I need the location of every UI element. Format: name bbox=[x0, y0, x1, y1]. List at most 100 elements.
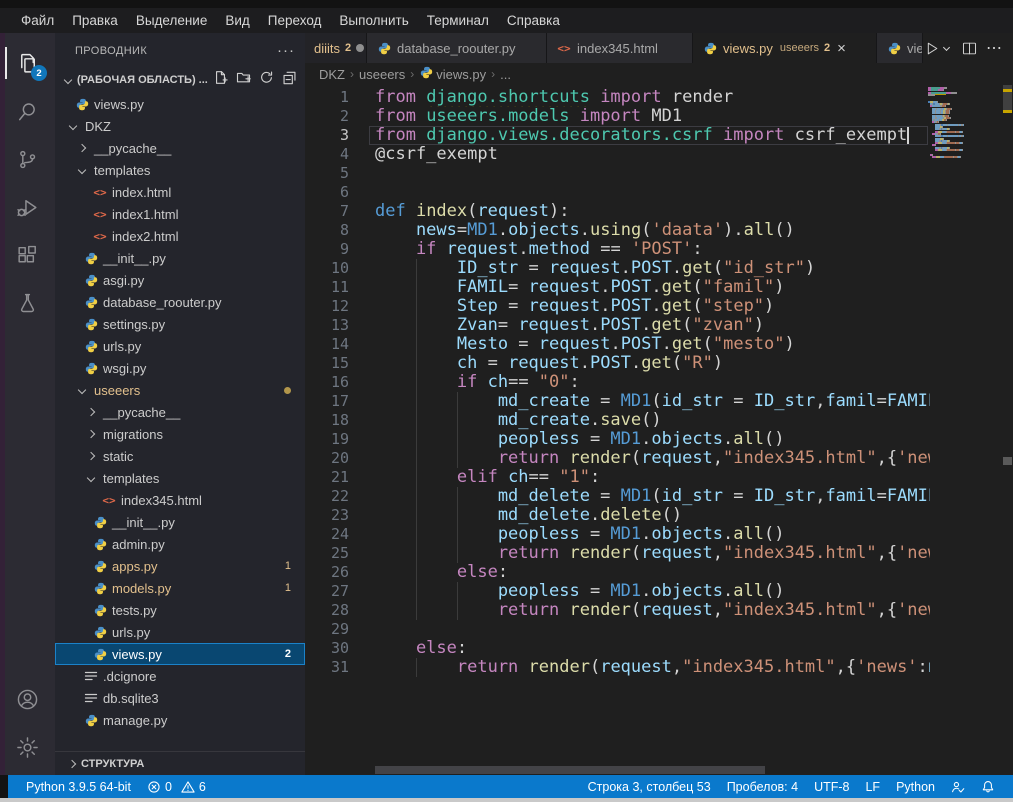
tab-vie[interactable]: vie bbox=[877, 33, 923, 63]
code-line-10[interactable]: 10ID_str = request.POST.get("id_str") bbox=[305, 259, 930, 278]
problems-indicator[interactable]: 06 bbox=[139, 780, 214, 794]
tree-file-models.py[interactable]: models.py1 bbox=[55, 577, 305, 599]
tree-folder-__pycache__[interactable]: __pycache__ bbox=[55, 401, 305, 423]
menu-item-Выполнить[interactable]: Выполнить bbox=[330, 13, 417, 28]
search-icon[interactable] bbox=[0, 87, 55, 135]
tree-file-index2.html[interactable]: <>index2.html bbox=[55, 225, 305, 247]
tree-file-manage.py[interactable]: manage.py bbox=[55, 709, 305, 731]
tree-folder-migrations[interactable]: migrations bbox=[55, 423, 305, 445]
python-interpreter[interactable]: Python 3.9.5 64-bit bbox=[18, 780, 139, 794]
code-line-4[interactable]: 4@csrf_exempt bbox=[305, 145, 930, 164]
tree-file-settings.py[interactable]: settings.py bbox=[55, 313, 305, 335]
explorer-icon[interactable]: 2 bbox=[0, 39, 55, 87]
tree-file-admin.py[interactable]: admin.py bbox=[55, 533, 305, 555]
tree-folder-useeers[interactable]: useeers bbox=[55, 379, 305, 401]
tree-file-__init__.py[interactable]: __init__.py bbox=[55, 511, 305, 533]
tree-file-__init__.py[interactable]: __init__.py bbox=[55, 247, 305, 269]
tree-folder-DKZ[interactable]: DKZ bbox=[55, 115, 305, 137]
extensions-icon[interactable] bbox=[0, 231, 55, 279]
code-line-22[interactable]: 22md_delete = MD1(id_str = ID_str,famil=… bbox=[305, 487, 930, 506]
code-line-12[interactable]: 12Step = request.POST.get("step") bbox=[305, 297, 930, 316]
close-icon[interactable]: × bbox=[837, 40, 846, 57]
code-line-16[interactable]: 16if ch== "0": bbox=[305, 373, 930, 392]
status-language-mode[interactable]: Python bbox=[888, 780, 943, 794]
tree-folder-templates[interactable]: templates bbox=[55, 467, 305, 489]
code-line-27[interactable]: 27peopless = MD1.objects.all() bbox=[305, 582, 930, 601]
testing-icon[interactable] bbox=[0, 279, 55, 327]
run-icon[interactable] bbox=[923, 40, 940, 57]
code-line-28[interactable]: 28return render(request,"index345.html",… bbox=[305, 601, 930, 620]
code-line-29[interactable]: 29 bbox=[305, 620, 930, 639]
breadcrumb-item-DKZ[interactable]: DKZ bbox=[319, 67, 345, 82]
tree-file-index.html[interactable]: <>index.html bbox=[55, 181, 305, 203]
run-dropdown-icon[interactable] bbox=[943, 43, 950, 50]
code-line-5[interactable]: 5 bbox=[305, 164, 930, 183]
code-line-26[interactable]: 26else: bbox=[305, 563, 930, 582]
run-debug-icon[interactable] bbox=[0, 183, 55, 231]
tree-file-database_roouter.py[interactable]: database_roouter.py bbox=[55, 291, 305, 313]
refresh-icon[interactable] bbox=[259, 70, 274, 90]
bell-icon[interactable] bbox=[973, 780, 1003, 794]
code-line-14[interactable]: 14Mesto = request.POST.get("mesto") bbox=[305, 335, 930, 354]
status-cursor-position[interactable]: Строка 3, столбец 53 bbox=[580, 780, 719, 794]
menu-item-Файл[interactable]: Файл bbox=[12, 13, 63, 28]
code-line-15[interactable]: 15ch = request.POST.get("R") bbox=[305, 354, 930, 373]
menu-item-Терминал[interactable]: Терминал bbox=[418, 13, 498, 28]
code-line-13[interactable]: 13Zvan= request.POST.get("zvan") bbox=[305, 316, 930, 335]
tree-file-urls.py[interactable]: urls.py bbox=[55, 621, 305, 643]
tab-diiits[interactable]: diiits2 bbox=[305, 33, 367, 63]
code-line-21[interactable]: 21elif ch== "1": bbox=[305, 468, 930, 487]
settings-icon[interactable] bbox=[0, 723, 55, 771]
more-icon[interactable]: ··· bbox=[277, 42, 295, 59]
tab-index345.html[interactable]: <>index345.html bbox=[547, 33, 693, 63]
code-line-3[interactable]: 3from django.views.decorators.csrf impor… bbox=[305, 126, 930, 145]
breadcrumb-item-...[interactable]: ... bbox=[500, 67, 511, 82]
code-line-25[interactable]: 25return render(request,"index345.html",… bbox=[305, 544, 930, 563]
tree-folder-templates[interactable]: templates bbox=[55, 159, 305, 181]
account-icon[interactable] bbox=[0, 675, 55, 723]
code-line-11[interactable]: 11FAMIL= request.POST.get("famil") bbox=[305, 278, 930, 297]
horizontal-scrollbar[interactable] bbox=[375, 766, 765, 774]
tree-file-views.py[interactable]: views.py bbox=[55, 93, 305, 115]
code-line-19[interactable]: 19peopless = MD1.objects.all() bbox=[305, 430, 930, 449]
breadcrumb-item-views.py[interactable]: views.py bbox=[419, 66, 486, 82]
code-line-18[interactable]: 18md_create.save() bbox=[305, 411, 930, 430]
code-line-7[interactable]: 7def index(request): bbox=[305, 202, 930, 221]
split-editor-icon[interactable] bbox=[961, 40, 978, 57]
code-line-1[interactable]: 1from django.shortcuts import render bbox=[305, 88, 930, 107]
tree-file-urls.py[interactable]: urls.py bbox=[55, 335, 305, 357]
code-line-24[interactable]: 24peopless = MD1.objects.all() bbox=[305, 525, 930, 544]
code-line-31[interactable]: 31return render(request,"index345.html",… bbox=[305, 658, 930, 677]
new-folder-icon[interactable] bbox=[236, 70, 251, 90]
tree-file-asgi.py[interactable]: asgi.py bbox=[55, 269, 305, 291]
tree-file-index345.html[interactable]: <>index345.html bbox=[55, 489, 305, 511]
status-indentation[interactable]: Пробелов: 4 bbox=[719, 780, 806, 794]
collapse-all-icon[interactable] bbox=[282, 70, 297, 90]
tree-folder-static[interactable]: static bbox=[55, 445, 305, 467]
tree-file-index1.html[interactable]: <>index1.html bbox=[55, 203, 305, 225]
code-line-30[interactable]: 30else: bbox=[305, 639, 930, 658]
minimap[interactable] bbox=[928, 87, 1000, 247]
menu-item-Правка[interactable]: Правка bbox=[63, 13, 127, 28]
source-control-icon[interactable] bbox=[0, 135, 55, 183]
tree-folder-__pycache__[interactable]: __pycache__ bbox=[55, 137, 305, 159]
feedback-icon[interactable] bbox=[943, 780, 973, 794]
tab-database_roouter.py[interactable]: database_roouter.py bbox=[367, 33, 547, 63]
tree-file-apps.py[interactable]: apps.py1 bbox=[55, 555, 305, 577]
tree-file-wsgi.py[interactable]: wsgi.py bbox=[55, 357, 305, 379]
code-line-20[interactable]: 20return render(request,"index345.html",… bbox=[305, 449, 930, 468]
code-line-17[interactable]: 17md_create = MD1(id_str = ID_str,famil=… bbox=[305, 392, 930, 411]
menu-item-Вид[interactable]: Вид bbox=[216, 13, 258, 28]
more-actions-icon[interactable]: ⋯ bbox=[982, 38, 1007, 58]
workspace-section-header[interactable]: (РАБОЧАЯ ОБЛАСТЬ) ... bbox=[55, 68, 305, 91]
code-line-6[interactable]: 6 bbox=[305, 183, 930, 202]
code-line-9[interactable]: 9if request.method == 'POST': bbox=[305, 240, 930, 259]
new-file-icon[interactable] bbox=[213, 70, 228, 90]
overview-ruler[interactable] bbox=[1002, 85, 1013, 775]
tree-file-.dcignore[interactable]: .dcignore bbox=[55, 665, 305, 687]
tree-file-db.sqlite3[interactable]: db.sqlite3 bbox=[55, 687, 305, 709]
outline-section[interactable]: СТРУКТУРА bbox=[55, 751, 305, 775]
menu-item-Выделение[interactable]: Выделение bbox=[127, 13, 217, 28]
status-eol[interactable]: LF bbox=[857, 780, 888, 794]
breadcrumb-item-useeers[interactable]: useeers bbox=[359, 67, 405, 82]
